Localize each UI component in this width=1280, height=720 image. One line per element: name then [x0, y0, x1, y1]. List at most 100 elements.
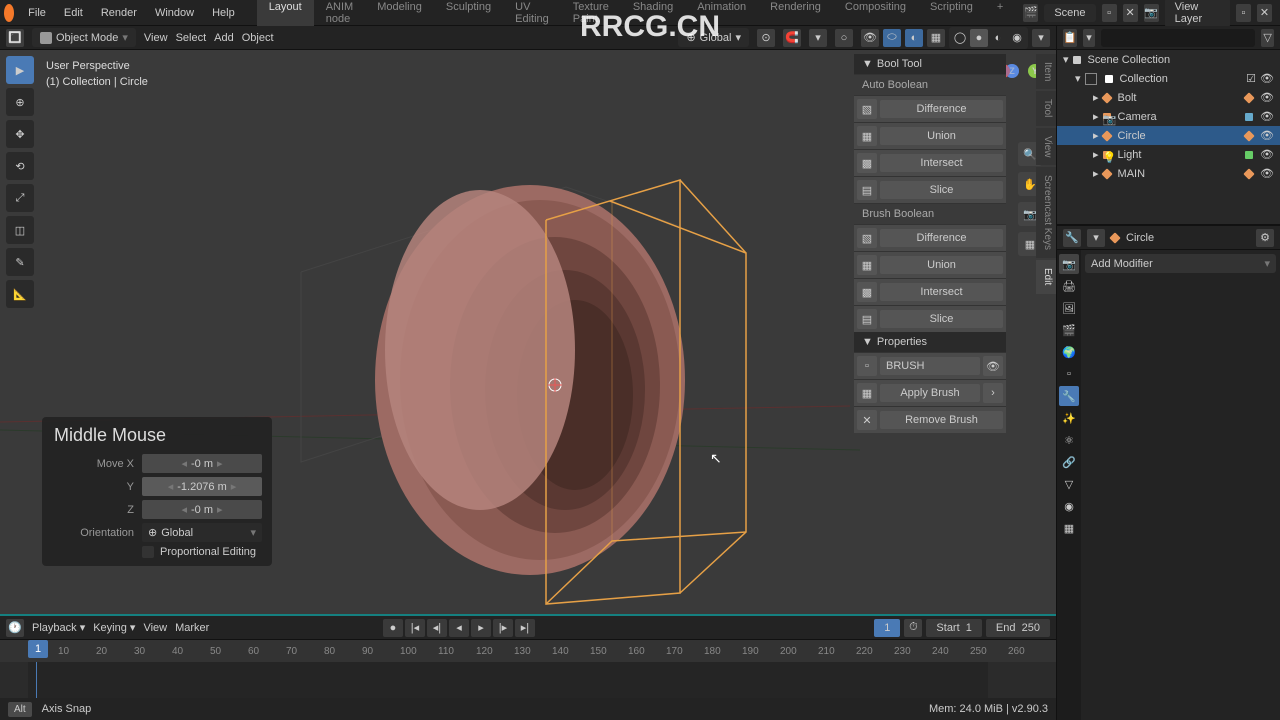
current-frame-field[interactable]: 1 [874, 619, 900, 637]
ntab-tool[interactable]: Tool [1036, 91, 1056, 125]
tool-cursor[interactable]: ⊕ [6, 88, 34, 116]
brush-difference-button[interactable]: Difference [880, 229, 1003, 247]
orientation-selector[interactable]: ⊕ Global ▾ [678, 28, 749, 47]
main-eye-icon[interactable]: 👁 [1260, 167, 1274, 180]
editor-type-icon[interactable]: 🔳 [6, 29, 24, 47]
outliner-filter-icon[interactable]: ▽ [1261, 29, 1274, 47]
brush-obj-icon[interactable]: ▫ [857, 356, 877, 376]
vp-menu-add[interactable]: Add [214, 32, 234, 44]
brush-slice-icon[interactable]: ▤ [857, 309, 877, 329]
vp-menu-view[interactable]: View [144, 32, 168, 44]
tl-marker[interactable]: Marker [175, 622, 209, 634]
brush-name-field[interactable]: BRUSH [880, 357, 980, 375]
outliner[interactable]: ▾Scene Collection ▾Collection☑👁 ▸Bolt👁 ▸… [1057, 50, 1280, 226]
end-frame-field[interactable]: End 250 [986, 619, 1050, 637]
shading-solid-icon[interactable]: ● [970, 29, 988, 47]
menu-help[interactable]: Help [204, 2, 243, 24]
viewlayer-browse-icon[interactable]: 📷 [1144, 4, 1159, 22]
proptab-world-icon[interactable]: 🌍 [1059, 342, 1079, 362]
play-reverse-icon[interactable]: ◂ [449, 619, 469, 637]
props-options-icon[interactable]: ⚙ [1256, 229, 1274, 247]
auto-union-button[interactable]: Union [880, 127, 1003, 145]
snap-icon[interactable]: 🧲 [783, 29, 801, 47]
tool-transform[interactable]: ◫ [6, 216, 34, 244]
gizmo-z-neg-icon[interactable] [1005, 64, 1019, 78]
props-editor-icon[interactable]: 🔧 [1063, 229, 1081, 247]
apply-brush-arrow-icon[interactable]: › [983, 383, 1003, 403]
tool-measure[interactable]: 📐 [6, 280, 34, 308]
scene-new-icon[interactable]: ▫ [1102, 4, 1117, 22]
auto-difference-button[interactable]: Difference [880, 100, 1003, 118]
tool-scale[interactable]: ⤢ [6, 184, 34, 212]
keyframe-prev-icon[interactable]: ◂| [427, 619, 447, 637]
add-modifier-dropdown[interactable]: Add Modifier▾ [1085, 254, 1276, 273]
autokey-icon[interactable]: ● [383, 619, 403, 637]
object-mode-selector[interactable]: Object Mode▾ [32, 28, 136, 47]
viewlayer-new-icon[interactable]: ▫ [1236, 4, 1251, 22]
proptab-mesh-icon[interactable]: ▽ [1059, 474, 1079, 494]
properties-header[interactable]: ▼ Properties [854, 332, 1006, 352]
tool-select-box[interactable]: ▶ [6, 56, 34, 84]
play-icon[interactable]: ▸ [471, 619, 491, 637]
ntab-view[interactable]: View [1036, 128, 1056, 166]
brush-union-button[interactable]: Union [880, 256, 1003, 274]
brush-slice-button[interactable]: Slice [880, 310, 1003, 328]
brush-union-icon[interactable]: ▦ [857, 255, 877, 275]
tl-view[interactable]: View [143, 622, 167, 634]
proptab-output-icon[interactable]: 🖨 [1059, 276, 1079, 296]
auto-intersect-button[interactable]: Intersect [880, 154, 1003, 172]
move-x-field[interactable]: -0 m [142, 454, 262, 473]
light-eye-icon[interactable]: 👁 [1260, 148, 1274, 161]
ntab-edit[interactable]: Edit [1036, 260, 1056, 293]
viewlayer-selector[interactable]: View Layer [1165, 0, 1230, 28]
brush-diff-icon[interactable]: ▧ [857, 228, 877, 248]
timeline-editor-icon[interactable]: 🕐 [6, 619, 24, 637]
outliner-item-camera[interactable]: ▸📷Camera👁 [1057, 107, 1280, 126]
proptab-material-icon[interactable]: ◉ [1059, 496, 1079, 516]
menu-window[interactable]: Window [147, 2, 202, 24]
outliner-item-main[interactable]: ▸MAIN👁 [1057, 164, 1280, 183]
ntab-screencast[interactable]: Screencast Keys [1036, 167, 1056, 258]
outliner-search-input[interactable] [1101, 29, 1255, 47]
auto-intersect-icon[interactable]: ▩ [857, 153, 877, 173]
auto-diff-icon[interactable]: ▧ [857, 99, 877, 119]
menu-edit[interactable]: Edit [56, 2, 91, 24]
xray-icon[interactable]: ▦ [927, 29, 945, 47]
brush-visibility-icon[interactable]: 👁 [983, 356, 1003, 376]
apply-brush-button[interactable]: Apply Brush [880, 384, 980, 402]
scene-selector[interactable]: Scene [1044, 4, 1095, 22]
brush-intersect-icon[interactable]: ▩ [857, 282, 877, 302]
timeline-ruler[interactable]: 1 10203040506070809010011012013014015016… [0, 640, 1056, 662]
vp-menu-select[interactable]: Select [176, 32, 207, 44]
timeline-tracks[interactable] [0, 662, 1056, 698]
proptab-constraints-icon[interactable]: 🔗 [1059, 452, 1079, 472]
overlays-toggle-icon[interactable]: ◐ [905, 29, 923, 47]
shading-material-icon[interactable]: ◐ [989, 29, 1007, 47]
proptab-viewlayer-icon[interactable]: 🖼 [1059, 298, 1079, 318]
scene-delete-icon[interactable]: ✕ [1123, 4, 1138, 22]
collection-eye-icon[interactable]: 👁 [1260, 72, 1274, 85]
tl-keying[interactable]: Keying ▾ [93, 621, 135, 634]
proportional-checkbox[interactable] [142, 546, 154, 558]
shading-wireframe-icon[interactable]: ◯ [951, 29, 969, 47]
collection-exclude-checkbox[interactable]: ☑ [1246, 72, 1256, 85]
proptab-physics-icon[interactable]: ⚛ [1059, 430, 1079, 450]
viewlayer-delete-icon[interactable]: ✕ [1257, 4, 1272, 22]
gizmo-toggle-icon[interactable]: ⬭ [883, 29, 901, 47]
brush-intersect-button[interactable]: Intersect [880, 283, 1003, 301]
apply-brush-icon[interactable]: ▦ [857, 383, 877, 403]
outliner-item-bolt[interactable]: ▸Bolt👁 [1057, 88, 1280, 107]
bolt-eye-icon[interactable]: 👁 [1260, 91, 1274, 104]
scene-browse-icon[interactable]: 🎬 [1023, 4, 1038, 22]
keyframe-next-icon[interactable]: |▸ [493, 619, 513, 637]
outliner-display-icon[interactable]: ▾ [1083, 29, 1096, 47]
proptab-render-icon[interactable]: 📷 [1059, 254, 1079, 274]
auto-slice-icon[interactable]: ▤ [857, 180, 877, 200]
proptab-particles-icon[interactable]: ✨ [1059, 408, 1079, 428]
outliner-item-light[interactable]: ▸💡Light👁 [1057, 145, 1280, 164]
move-y-field[interactable]: -1.2076 m [142, 477, 262, 496]
vp-menu-object[interactable]: Object [242, 32, 274, 44]
tool-rotate[interactable]: ⟲ [6, 152, 34, 180]
snap-element-icon[interactable]: ▾ [809, 29, 827, 47]
viewport-3d[interactable]: ↖ ▶ ⊕ ✥ ⟲ ⤢ ◫ ✎ 📐 User Perspective (1) C… [0, 50, 1056, 614]
